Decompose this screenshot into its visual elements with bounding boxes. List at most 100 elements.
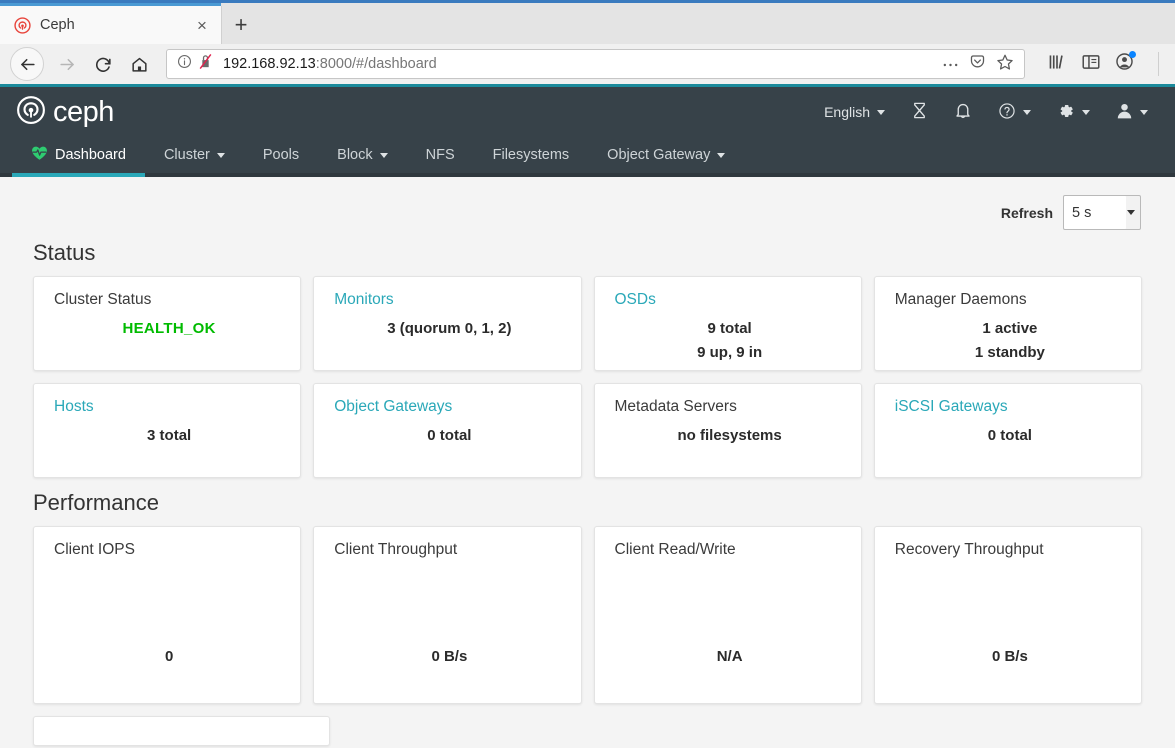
account-icon[interactable] <box>1115 51 1136 76</box>
language-selector[interactable]: English <box>811 104 898 120</box>
close-icon[interactable]: × <box>191 14 213 36</box>
url-text[interactable]: 192.168.92.13:8000/#/dashboard <box>223 56 942 72</box>
status-row-2: Hosts 3 total Object Gateways 0 total Me… <box>20 383 1155 478</box>
nav-item-cluster[interactable]: Cluster <box>145 137 244 173</box>
info-icon[interactable] <box>177 54 192 74</box>
card-client-read-write: Client Read/Write N/A <box>593 526 862 704</box>
card-metadata-servers: Metadata Servers no filesystems <box>593 383 862 478</box>
ceph-favicon <box>14 16 31 34</box>
card-manager-daemons: Manager Daemons 1 active 1 standby <box>873 276 1142 371</box>
chevron-down-icon <box>1140 109 1148 115</box>
language-label: English <box>824 104 870 120</box>
card-value: N/A <box>716 648 743 665</box>
card-value: 0 <box>164 648 174 665</box>
card-title-link[interactable]: iSCSI Gateways <box>895 398 1125 416</box>
card-hosts: Hosts 3 total <box>33 383 302 478</box>
chevron-down-icon <box>216 152 225 158</box>
card-title: Client Throughput <box>334 541 458 558</box>
card-value: 1 active 1 standby <box>895 317 1125 365</box>
pocket-icon[interactable] <box>969 53 986 75</box>
settings-menu[interactable] <box>1044 102 1103 123</box>
dashboard-content: Refresh 5 s Status Cluster Status HEALTH… <box>0 177 1175 748</box>
card-value: HEALTH_OK <box>122 320 216 337</box>
nav-item-nfs[interactable]: NFS <box>407 137 474 173</box>
card-value-line-1: 9 total <box>707 320 752 337</box>
page-actions-ellipsis-icon[interactable] <box>942 55 959 73</box>
performance-row: Client IOPS 0 Client Throughput 0 B/s Cl… <box>20 526 1155 704</box>
card-title-link[interactable]: Hosts <box>54 398 284 416</box>
card-osds: OSDs 9 total 9 up, 9 in <box>593 276 862 371</box>
nav-item-label: Filesystems <box>492 147 570 163</box>
nav-item-filesystems[interactable]: Filesystems <box>474 137 589 173</box>
tab-strip: Ceph × + <box>0 0 1175 44</box>
bookmark-star-icon[interactable] <box>996 53 1014 76</box>
card-value: 0 total <box>987 427 1032 444</box>
question-circle-icon <box>998 102 1016 123</box>
forward-arrow-icon <box>50 47 84 81</box>
card-title: Cluster Status <box>54 291 152 308</box>
chevron-down-icon <box>1082 109 1090 115</box>
card-title: Recovery Throughput <box>894 541 1044 558</box>
reload-icon[interactable] <box>86 47 120 81</box>
chevron-down-icon <box>717 152 726 158</box>
sidebar-icon[interactable] <box>1081 53 1101 76</box>
hourglass-icon <box>911 101 928 123</box>
refresh-control: Refresh 5 s <box>20 177 1155 236</box>
card-client-iops: Client IOPS 0 <box>33 526 302 704</box>
nav-item-label: Block <box>337 147 373 163</box>
tab-title: Ceph <box>40 17 75 33</box>
card-client-throughput: Client Throughput 0 B/s <box>313 526 582 704</box>
card-value-line-1: 1 active <box>982 320 1038 337</box>
nav-item-label: Object Gateway <box>607 147 711 163</box>
help-menu[interactable] <box>985 102 1044 123</box>
card-value-line-2: 1 standby <box>974 344 1045 361</box>
gear-icon <box>1057 102 1075 123</box>
broken-lock-icon[interactable] <box>198 53 213 75</box>
chevron-down-icon <box>379 152 388 158</box>
browser-tab-ceph[interactable]: Ceph × <box>0 3 222 44</box>
chevron-down-icon <box>877 109 885 115</box>
card-value: 9 total 9 up, 9 in <box>615 317 845 365</box>
nav-item-object-gateway[interactable]: Object Gateway <box>588 137 744 173</box>
ceph-logo-icon <box>16 95 46 130</box>
ceph-logo[interactable]: ceph <box>16 95 114 130</box>
chevron-down-icon <box>1023 109 1031 115</box>
card-title: Metadata Servers <box>614 398 737 415</box>
chevron-down-icon <box>1127 210 1135 215</box>
nav-item-block[interactable]: Block <box>318 137 406 173</box>
card-title-link[interactable]: Monitors <box>334 291 564 309</box>
card-value-line-2: 9 up, 9 in <box>697 344 763 361</box>
notifications-button[interactable] <box>941 101 985 123</box>
status-section-title: Status <box>33 240 96 265</box>
browser-toolbar-right <box>1033 51 1165 76</box>
card-title-link[interactable]: OSDs <box>615 291 845 309</box>
heartbeat-icon <box>31 145 48 165</box>
new-tab-button[interactable]: + <box>222 6 260 44</box>
home-icon[interactable] <box>122 47 156 81</box>
card-title-link[interactable]: Object Gateways <box>334 398 564 416</box>
ceph-main-nav: Dashboard Cluster Pools Block NFS Filesy… <box>0 137 1175 177</box>
url-host: 192.168.92.13 <box>223 56 316 72</box>
partial-card-row <box>20 716 1155 746</box>
user-menu[interactable] <box>1103 102 1161 123</box>
back-arrow-icon[interactable] <box>10 47 44 81</box>
nav-item-pools[interactable]: Pools <box>244 137 318 173</box>
bell-icon <box>954 101 972 123</box>
browser-window: Ceph × + 192.168.92.13:8000/#/dashboard … <box>0 0 1175 748</box>
tasks-button[interactable] <box>898 101 941 123</box>
card-object-gateways: Object Gateways 0 total <box>313 383 582 478</box>
ceph-logo-text: ceph <box>53 95 114 128</box>
account-badge-dot <box>1129 51 1136 58</box>
refresh-interval-select[interactable]: 5 s <box>1063 195 1141 230</box>
card-value: 0 B/s <box>431 648 468 665</box>
card-value: no filesystems <box>677 427 782 444</box>
header-actions: English <box>811 101 1161 123</box>
card-title: Manager Daemons <box>894 291 1027 308</box>
browser-toolbar: 192.168.92.13:8000/#/dashboard <box>0 44 1175 87</box>
address-bar[interactable]: 192.168.92.13:8000/#/dashboard <box>166 49 1025 79</box>
nav-item-dashboard[interactable]: Dashboard <box>12 137 145 177</box>
library-icon[interactable] <box>1047 53 1067 76</box>
